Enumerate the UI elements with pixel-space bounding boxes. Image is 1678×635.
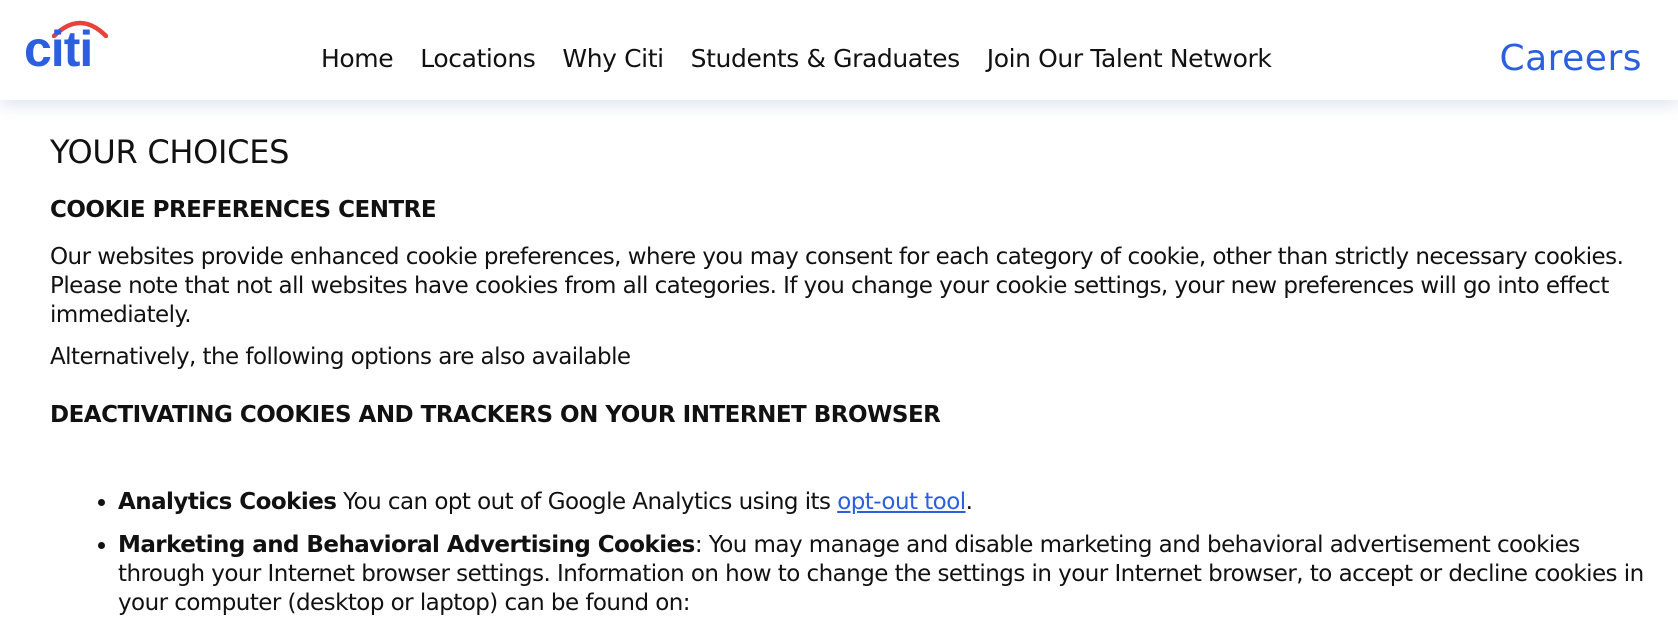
alternatives-paragraph: Alternatively, the following options are… xyxy=(50,344,631,370)
marketing-cookies-label: Marketing and Behavioral Advertising Coo… xyxy=(118,532,695,558)
nav-locations[interactable]: Locations xyxy=(420,44,536,73)
opt-out-tool-link[interactable]: opt-out tool xyxy=(837,489,966,515)
nav-students-graduates[interactable]: Students & Graduates xyxy=(691,44,960,73)
list-item-marketing: Marketing and Behavioral Advertising Coo… xyxy=(118,531,1650,618)
site-header: citi Home Locations Why Citi Students & … xyxy=(0,0,1678,100)
logo-text: citi xyxy=(24,21,93,77)
careers-link[interactable]: Careers xyxy=(1499,38,1642,79)
main-content: YOUR CHOICES COOKIE PREFERENCES CENTRE O… xyxy=(50,100,1650,632)
cookie-preferences-heading: COOKIE PREFERENCES CENTRE xyxy=(50,197,437,223)
nav-home[interactable]: Home xyxy=(321,44,394,73)
analytics-period: . xyxy=(965,489,973,515)
page-title: YOUR CHOICES xyxy=(50,133,290,171)
nav-why-citi[interactable]: Why Citi xyxy=(562,44,664,73)
list-item-analytics: Analytics Cookies You can opt out of Goo… xyxy=(118,488,1650,517)
main-nav: Home Locations Why Citi Students & Gradu… xyxy=(321,44,1272,73)
citi-logo[interactable]: citi xyxy=(24,16,114,76)
analytics-text: You can opt out of Google Analytics usin… xyxy=(336,489,838,515)
analytics-cookies-label: Analytics Cookies xyxy=(118,489,337,515)
cookie-preferences-paragraph: Our websites provide enhanced cookie pre… xyxy=(50,244,1624,328)
nav-join-talent-network[interactable]: Join Our Talent Network xyxy=(987,44,1272,73)
deactivating-cookies-heading: DEACTIVATING COOKIES AND TRACKERS ON YOU… xyxy=(50,402,941,428)
cookie-options-list: Analytics Cookies You can opt out of Goo… xyxy=(50,488,1650,618)
